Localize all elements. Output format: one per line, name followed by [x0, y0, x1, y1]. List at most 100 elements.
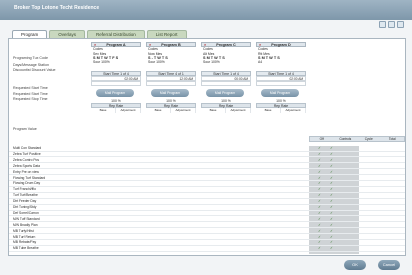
row-checkbox[interactable]: ✓ [330, 205, 333, 211]
program-button[interactable]: Mail Program [96, 88, 134, 97]
row-checkbox[interactable]: ✓ [330, 217, 333, 223]
row-checkbox[interactable]: ✓ [318, 246, 321, 252]
row-label: Turf Turf/Breathe [13, 193, 38, 198]
row-checkbox[interactable]: ✓ [330, 240, 333, 246]
close-icon[interactable]: × [149, 43, 151, 47]
close-icon[interactable]: × [94, 43, 96, 47]
table-row[interactable]: Turf Turf/Breathe ✓ ✓ [9, 193, 405, 199]
row-checkbox[interactable]: ✓ [330, 199, 333, 205]
program-value: Sour 100% [203, 60, 220, 64]
row-checkbox[interactable]: ✓ [318, 164, 321, 170]
program-button[interactable]: Mail Program [206, 88, 244, 97]
row-checkbox[interactable]: ✓ [330, 170, 333, 176]
row-checkbox[interactable]: ✓ [330, 223, 333, 229]
program-value: Sour 100% [148, 60, 165, 64]
exec-time-field[interactable] [146, 80, 196, 86]
row-checkbox[interactable]: ✓ [330, 146, 333, 152]
exec-time-field[interactable] [91, 80, 141, 86]
col-cycle-header: Cycle [364, 137, 373, 141]
row-checkbox[interactable]: ✓ [318, 223, 321, 229]
table-row[interactable]: M/N Tuff Standard ✓ ✓ [9, 217, 405, 223]
row-checkbox[interactable]: ✓ [330, 152, 333, 158]
row-checkbox[interactable]: ✓ [330, 235, 333, 241]
row-label: MB Turf Return [13, 234, 36, 239]
table-row[interactable]: Dirt Feeder Day ✓ ✓ [9, 199, 405, 205]
program-c-header: × Program C [201, 42, 251, 47]
table-row[interactable]: Zebra Contro Pos ✓ ✓ [9, 158, 405, 164]
row-label: Zebra Turf Positive [13, 151, 41, 156]
table-row[interactable]: MB Rebate/Pay ✓ ✓ [9, 240, 405, 246]
table-row[interactable]: Flowing Turf Standard ✓ ✓ [9, 176, 405, 182]
program-button[interactable]: Mail Program [151, 88, 189, 97]
row-checkbox[interactable]: ✓ [318, 205, 321, 211]
table-row[interactable]: Zebra Turf Positive ✓ ✓ [9, 152, 405, 158]
row-checkbox[interactable]: ✓ [330, 176, 333, 182]
row-checkbox[interactable]: ✓ [330, 164, 333, 170]
table-row[interactable]: Zebra Sports Data ✓ ✓ [9, 164, 405, 170]
save-icon[interactable] [379, 21, 386, 28]
program-column-d: × Program D Codes Rtt Mes S M T W T S A4 … [256, 42, 306, 146]
row-checkbox[interactable]: ✓ [318, 211, 321, 217]
row-checkbox[interactable]: ✓ [318, 152, 321, 158]
row-checkbox[interactable]: ✓ [318, 176, 321, 182]
tab-list-report[interactable]: List Report [146, 30, 187, 38]
exec-time-field[interactable] [256, 80, 306, 86]
row-checkbox[interactable]: ✓ [330, 246, 333, 252]
table-row[interactable]: M/N Bnadly Plan ✓ ✓ [9, 223, 405, 229]
program-value: A4 [258, 60, 263, 64]
row-checkbox[interactable]: ✓ [330, 187, 333, 193]
table-row[interactable]: MB Tube Breathe ✓ ✓ [9, 246, 405, 252]
table-row[interactable]: Def Sorrel/Carron ✓ ✓ [9, 211, 405, 217]
program-column-a: × Program A Codes Sex Mes S M T W T F S S… [91, 42, 141, 146]
table-row[interactable]: Flowing Drum Day ✓ ✓ [9, 181, 405, 187]
row-label: Entry Pre on view [13, 169, 39, 174]
program-value: Sour 100% [93, 60, 110, 64]
row-label: Turf Franchi/ffio [13, 187, 36, 192]
row-checkbox[interactable]: ✓ [318, 158, 321, 164]
subheader-row: Base Adjustment [256, 107, 306, 113]
table-row[interactable]: Entry Pre on view ✓ ✓ [9, 170, 405, 176]
row-label: MB Turfy/Hitst [13, 228, 34, 233]
row-label: Zebra Contro Pos [13, 157, 40, 162]
row-checkbox[interactable]: ✓ [318, 187, 321, 193]
row-checkbox[interactable]: ✓ [318, 181, 321, 187]
help-icon[interactable] [397, 21, 404, 28]
row-checkbox[interactable]: ✓ [318, 235, 321, 241]
exec-time-field[interactable] [201, 80, 251, 86]
discount-label: Discountist Discount Value [13, 68, 56, 72]
exec-time-label: Requested Stop Time [13, 97, 48, 101]
row-checkbox[interactable]: ✓ [318, 170, 321, 176]
table-row[interactable]: MB Turf Return ✓ ✓ [9, 234, 405, 241]
tab-program[interactable]: Program [12, 30, 48, 38]
row-checkbox[interactable]: ✓ [330, 211, 333, 217]
row-checkbox[interactable]: ✓ [318, 217, 321, 223]
cancel-button[interactable]: Cancel [378, 260, 400, 270]
start-time-label: Requested Start Time [13, 86, 48, 90]
row-checkbox[interactable]: ✓ [330, 229, 333, 235]
ok-button[interactable]: OK [344, 260, 366, 270]
table-row[interactable]: Multi Con Standard ✓ ✓ [9, 146, 405, 152]
row-checkbox[interactable]: ✓ [318, 229, 321, 235]
row-checkbox[interactable]: ✓ [318, 199, 321, 205]
program-code-label: Programing Tux Code [13, 56, 48, 60]
close-icon[interactable]: × [259, 43, 261, 47]
table-row[interactable]: Turf Franchi/ffio ✓ ✓ [9, 187, 405, 193]
row-checkbox[interactable]: ✓ [330, 181, 333, 187]
tab-referral[interactable]: Referral Distribution [87, 30, 145, 38]
row-label: M/N Tuff Standard [13, 216, 40, 221]
row-checkbox[interactable]: ✓ [330, 158, 333, 164]
print-icon[interactable] [388, 21, 395, 28]
row-checkbox[interactable]: ✓ [318, 193, 321, 199]
subheader-row: Base Adjustment [201, 107, 251, 113]
row-checkbox[interactable]: ✓ [330, 193, 333, 199]
program-b-header: × Program B [146, 42, 196, 47]
row-label: Flowing Drum Day [13, 181, 41, 186]
row-checkbox[interactable]: ✓ [318, 146, 321, 152]
row-label: Dirt Feeder Day [13, 199, 37, 204]
program-button[interactable]: Mail Program [261, 88, 299, 97]
tab-overlays[interactable]: Overlays [49, 30, 86, 38]
row-checkbox[interactable]: ✓ [318, 240, 321, 246]
table-row[interactable]: Dirt Tuning/Stdy ✓ ✓ [9, 205, 405, 211]
close-icon[interactable]: × [204, 43, 206, 47]
table-row[interactable]: MB Turfy/Hitst ✓ ✓ [9, 229, 405, 235]
